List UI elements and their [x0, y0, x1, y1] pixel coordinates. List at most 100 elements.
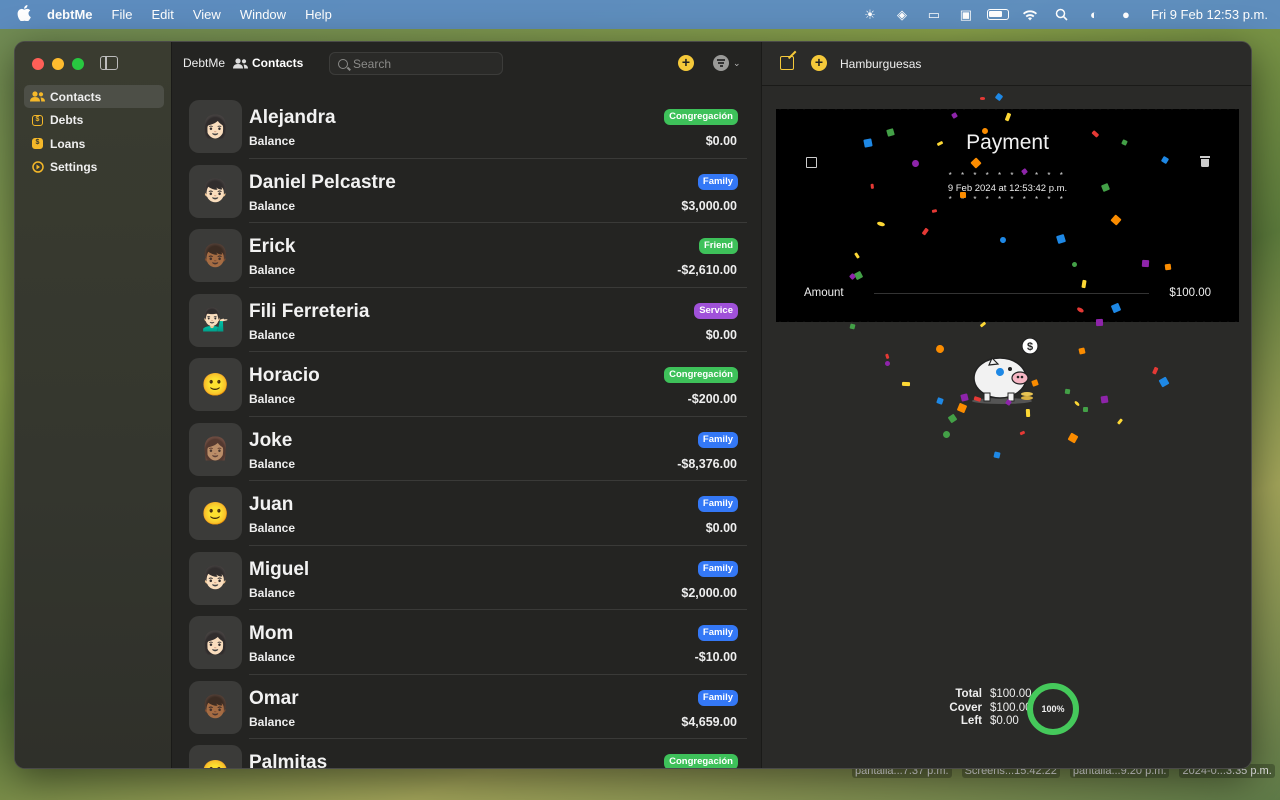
chevron-down-icon: ⌄ [733, 57, 741, 68]
contacts-list: 👩🏻 Alejandra Balance Congregación $0.00 👦🏻 Dan… [189, 94, 747, 769]
list-toolbar: DebtMe Contacts + ⌄ [172, 42, 761, 86]
balance-label: Balance [249, 521, 296, 535]
file-menu[interactable]: File [112, 7, 133, 22]
avatar: 👦🏾 [189, 680, 242, 734]
detail-title: Hamburguesas [840, 57, 922, 71]
payment-ticket: Payment * * * * * * * * * * 9 Feb 2024 a… [776, 106, 1239, 325]
balance-amount: $0.00 [705, 327, 737, 342]
balance-label: Balance [249, 392, 296, 406]
compose-icon[interactable] [780, 56, 794, 70]
contact-row[interactable]: 👦🏻 Daniel Pelcastre Balance Family $3,000.00 [189, 159, 747, 224]
avatar: 👩🏻 [189, 100, 242, 153]
confetti-piece [1025, 408, 1031, 418]
sidebar-item-contacts[interactable]: Contacts [24, 85, 164, 108]
tag-badge: Family [697, 496, 738, 512]
search-input[interactable] [353, 56, 493, 71]
close-window-button[interactable] [32, 58, 44, 70]
siri-icon[interactable]: ● [1115, 7, 1137, 23]
filter-icon [713, 55, 729, 71]
confetti-piece [863, 138, 873, 148]
confetti-piece [941, 429, 952, 440]
tag-badge: Family [697, 625, 738, 641]
tag-badge: Family [697, 431, 738, 448]
balance-label: Balance [249, 650, 296, 664]
contact-name: Palmitas [249, 752, 328, 769]
debts-icon: $ [30, 114, 45, 127]
tag-badge: Family [697, 560, 738, 577]
balance-label: Balance [249, 263, 296, 277]
wifi-icon[interactable] [1019, 7, 1041, 23]
apple-menu-icon[interactable] [17, 4, 33, 25]
confetti-piece [1152, 366, 1159, 375]
add-contact-button[interactable]: + [678, 55, 694, 71]
contact-row[interactable]: 👩🏻 Alejandra Balance Congregación $0.00 [189, 94, 747, 159]
breadcrumb-app[interactable]: DebtMe [183, 56, 225, 70]
breadcrumb-contacts[interactable]: Contacts [233, 56, 303, 70]
sidebar-item-label: Loans [50, 136, 86, 151]
summary-total-label: Total [955, 688, 982, 700]
control-center-icon[interactable]: ◐ [1083, 7, 1105, 23]
avatar: 🙂 [189, 358, 242, 411]
window-menu[interactable]: Window [240, 7, 286, 22]
help-menu[interactable]: Help [305, 7, 332, 22]
contact-row[interactable]: 👦🏻 Miguel Balance Family $2,000.00 [189, 546, 747, 611]
brightness-icon[interactable]: ☀ [859, 7, 881, 23]
menu-bar: debtMe File Edit View Window Help ☀ ◈ ▭ … [0, 0, 1280, 29]
view-menu[interactable]: View [193, 7, 221, 22]
sidebar-item-settings[interactable]: Settings [24, 156, 164, 179]
avatar: 💁🏻‍♂️ [189, 293, 242, 347]
contact-row[interactable]: 👦🏾 Erick Balance Friend -$2,610.00 [189, 223, 747, 288]
sidebar-item-label: Contacts [50, 89, 102, 104]
contact-row[interactable]: 👩🏻 Mom Balance Family -$10.00 [189, 610, 747, 675]
contact-row[interactable]: 👦🏾 Omar Balance Family $4,659.00 [189, 675, 747, 740]
confetti-piece [1078, 347, 1086, 355]
contact-row[interactable]: 🙂 Horacio Balance Congregación -$200.00 [189, 352, 747, 417]
contact-row[interactable]: 👩🏽 Joke Balance Family -$8,376.00 [189, 417, 747, 482]
confetti-piece [901, 381, 911, 387]
edit-menu[interactable]: Edit [151, 7, 173, 22]
layers-icon[interactable]: ◈ [891, 7, 913, 23]
edit-icon[interactable] [806, 157, 817, 168]
confetti-piece [993, 451, 1001, 459]
add-payment-button[interactable]: + [811, 55, 827, 71]
confetti-piece [980, 97, 985, 100]
balance-amount: $4,659.00 [681, 714, 737, 729]
contact-name: Daniel Pelcastre [249, 171, 396, 193]
tag-badge: Family [697, 689, 738, 706]
sidebar-item-debts[interactable]: $ Debts [24, 109, 164, 132]
balance-label: Balance [249, 134, 296, 148]
contact-name: Alejandra [249, 107, 336, 128]
sidebar-item-loans[interactable]: $ Loans [24, 132, 164, 155]
trash-icon[interactable] [1200, 156, 1210, 167]
contact-row[interactable]: 🙂PalmitasBalanceCongregación [189, 739, 747, 769]
sidebar-toggle-icon[interactable] [100, 56, 118, 70]
app-menu[interactable]: debtMe [47, 7, 93, 22]
amount-value: $100.00 [1169, 287, 1211, 299]
balance-amount: $2,000.00 [681, 585, 737, 600]
spotlight-icon[interactable] [1051, 7, 1073, 23]
contacts-icon [233, 57, 248, 69]
contact-row[interactable]: 🙂 Juan Balance Family $0.00 [189, 481, 747, 546]
minimize-window-button[interactable] [52, 58, 64, 70]
search-field[interactable] [329, 52, 503, 75]
contact-name: Erick [249, 236, 296, 257]
battery-icon[interactable] [986, 7, 1009, 23]
filter-menu-button[interactable]: ⌄ [713, 55, 741, 71]
zoom-window-button[interactable] [72, 58, 84, 70]
avatar: 👩🏽 [189, 422, 242, 476]
display-icon[interactable]: ▭ [923, 7, 945, 23]
contact-row[interactable]: 💁🏻‍♂️ Fili Ferreteria Balance Service $0.00 [189, 288, 747, 353]
contact-name: Horacio [249, 365, 320, 386]
amount-label: Amount [804, 287, 844, 299]
app-window: Contacts $ Debts $ Loans Settings DebtMe [14, 41, 1252, 769]
menu-clock[interactable]: Fri 9 Feb 12:53 p.m. [1151, 7, 1268, 22]
confetti-piece [936, 397, 944, 405]
balance-label: Balance [249, 327, 296, 342]
contact-name: Joke [249, 429, 293, 451]
contact-name: Omar [249, 687, 299, 709]
contacts-icon [30, 90, 45, 103]
avatar: 🙂 [189, 487, 242, 540]
contact-card-icon[interactable]: ▣ [955, 7, 977, 23]
balance-label: Balance [249, 198, 296, 213]
confetti-piece [883, 359, 892, 368]
